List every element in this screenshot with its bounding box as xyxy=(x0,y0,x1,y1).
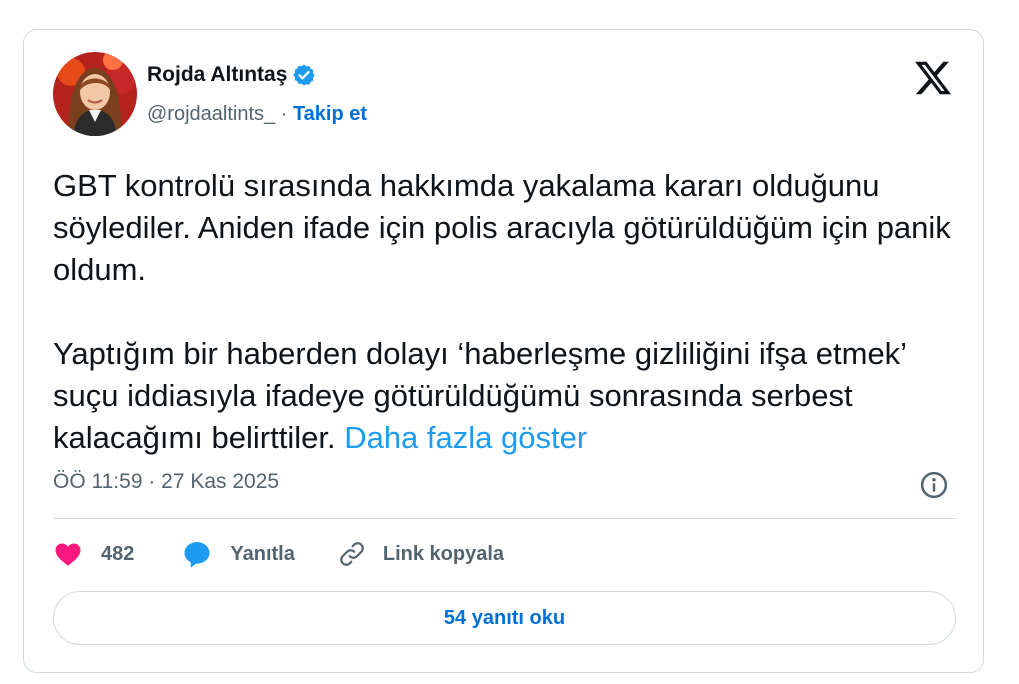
copy-link-label: Link kopyala xyxy=(382,542,505,565)
author-handle[interactable]: @rojdaaltints_ xyxy=(147,103,275,125)
link-icon xyxy=(340,542,364,566)
copy-link-button[interactable]: Link kopyala xyxy=(337,539,504,569)
author-name[interactable]: Rojda Altıntaş xyxy=(147,63,287,87)
verified-badge-icon xyxy=(293,64,316,86)
timestamp[interactable]: ÖÖ 11:59 · 27 Kas 2025 xyxy=(53,470,279,494)
reply-button[interactable]: Yanıtla xyxy=(182,539,295,569)
read-replies-label: 54 yanıtı oku xyxy=(443,606,566,629)
reply-label: Yanıtla xyxy=(230,542,295,565)
follow-button[interactable]: Takip et xyxy=(293,103,367,125)
action-bar: 482 Yanıtla Link kopyala xyxy=(53,537,504,571)
tweet-text: GBT kontrolü sırasında hakkımda yakalama… xyxy=(53,165,953,459)
like-count: 482 xyxy=(101,542,135,565)
info-icon[interactable] xyxy=(919,470,949,500)
tweet-card: Rojda Altıntaş @rojdaaltints_ · Takip et… xyxy=(23,29,984,673)
like-button[interactable]: 482 xyxy=(53,539,134,569)
x-logo-icon[interactable] xyxy=(913,58,953,98)
handle-separator: · xyxy=(280,103,288,125)
tweet-paragraph: GBT kontrolü sırasında hakkımda yakalama… xyxy=(53,168,951,287)
heart-icon xyxy=(55,543,81,566)
speech-bubble-icon xyxy=(184,542,210,568)
show-more-link[interactable]: Daha fazla göster xyxy=(344,420,587,455)
read-replies-button[interactable]: 54 yanıtı oku xyxy=(53,591,956,645)
divider xyxy=(53,518,956,519)
avatar[interactable] xyxy=(53,52,137,136)
